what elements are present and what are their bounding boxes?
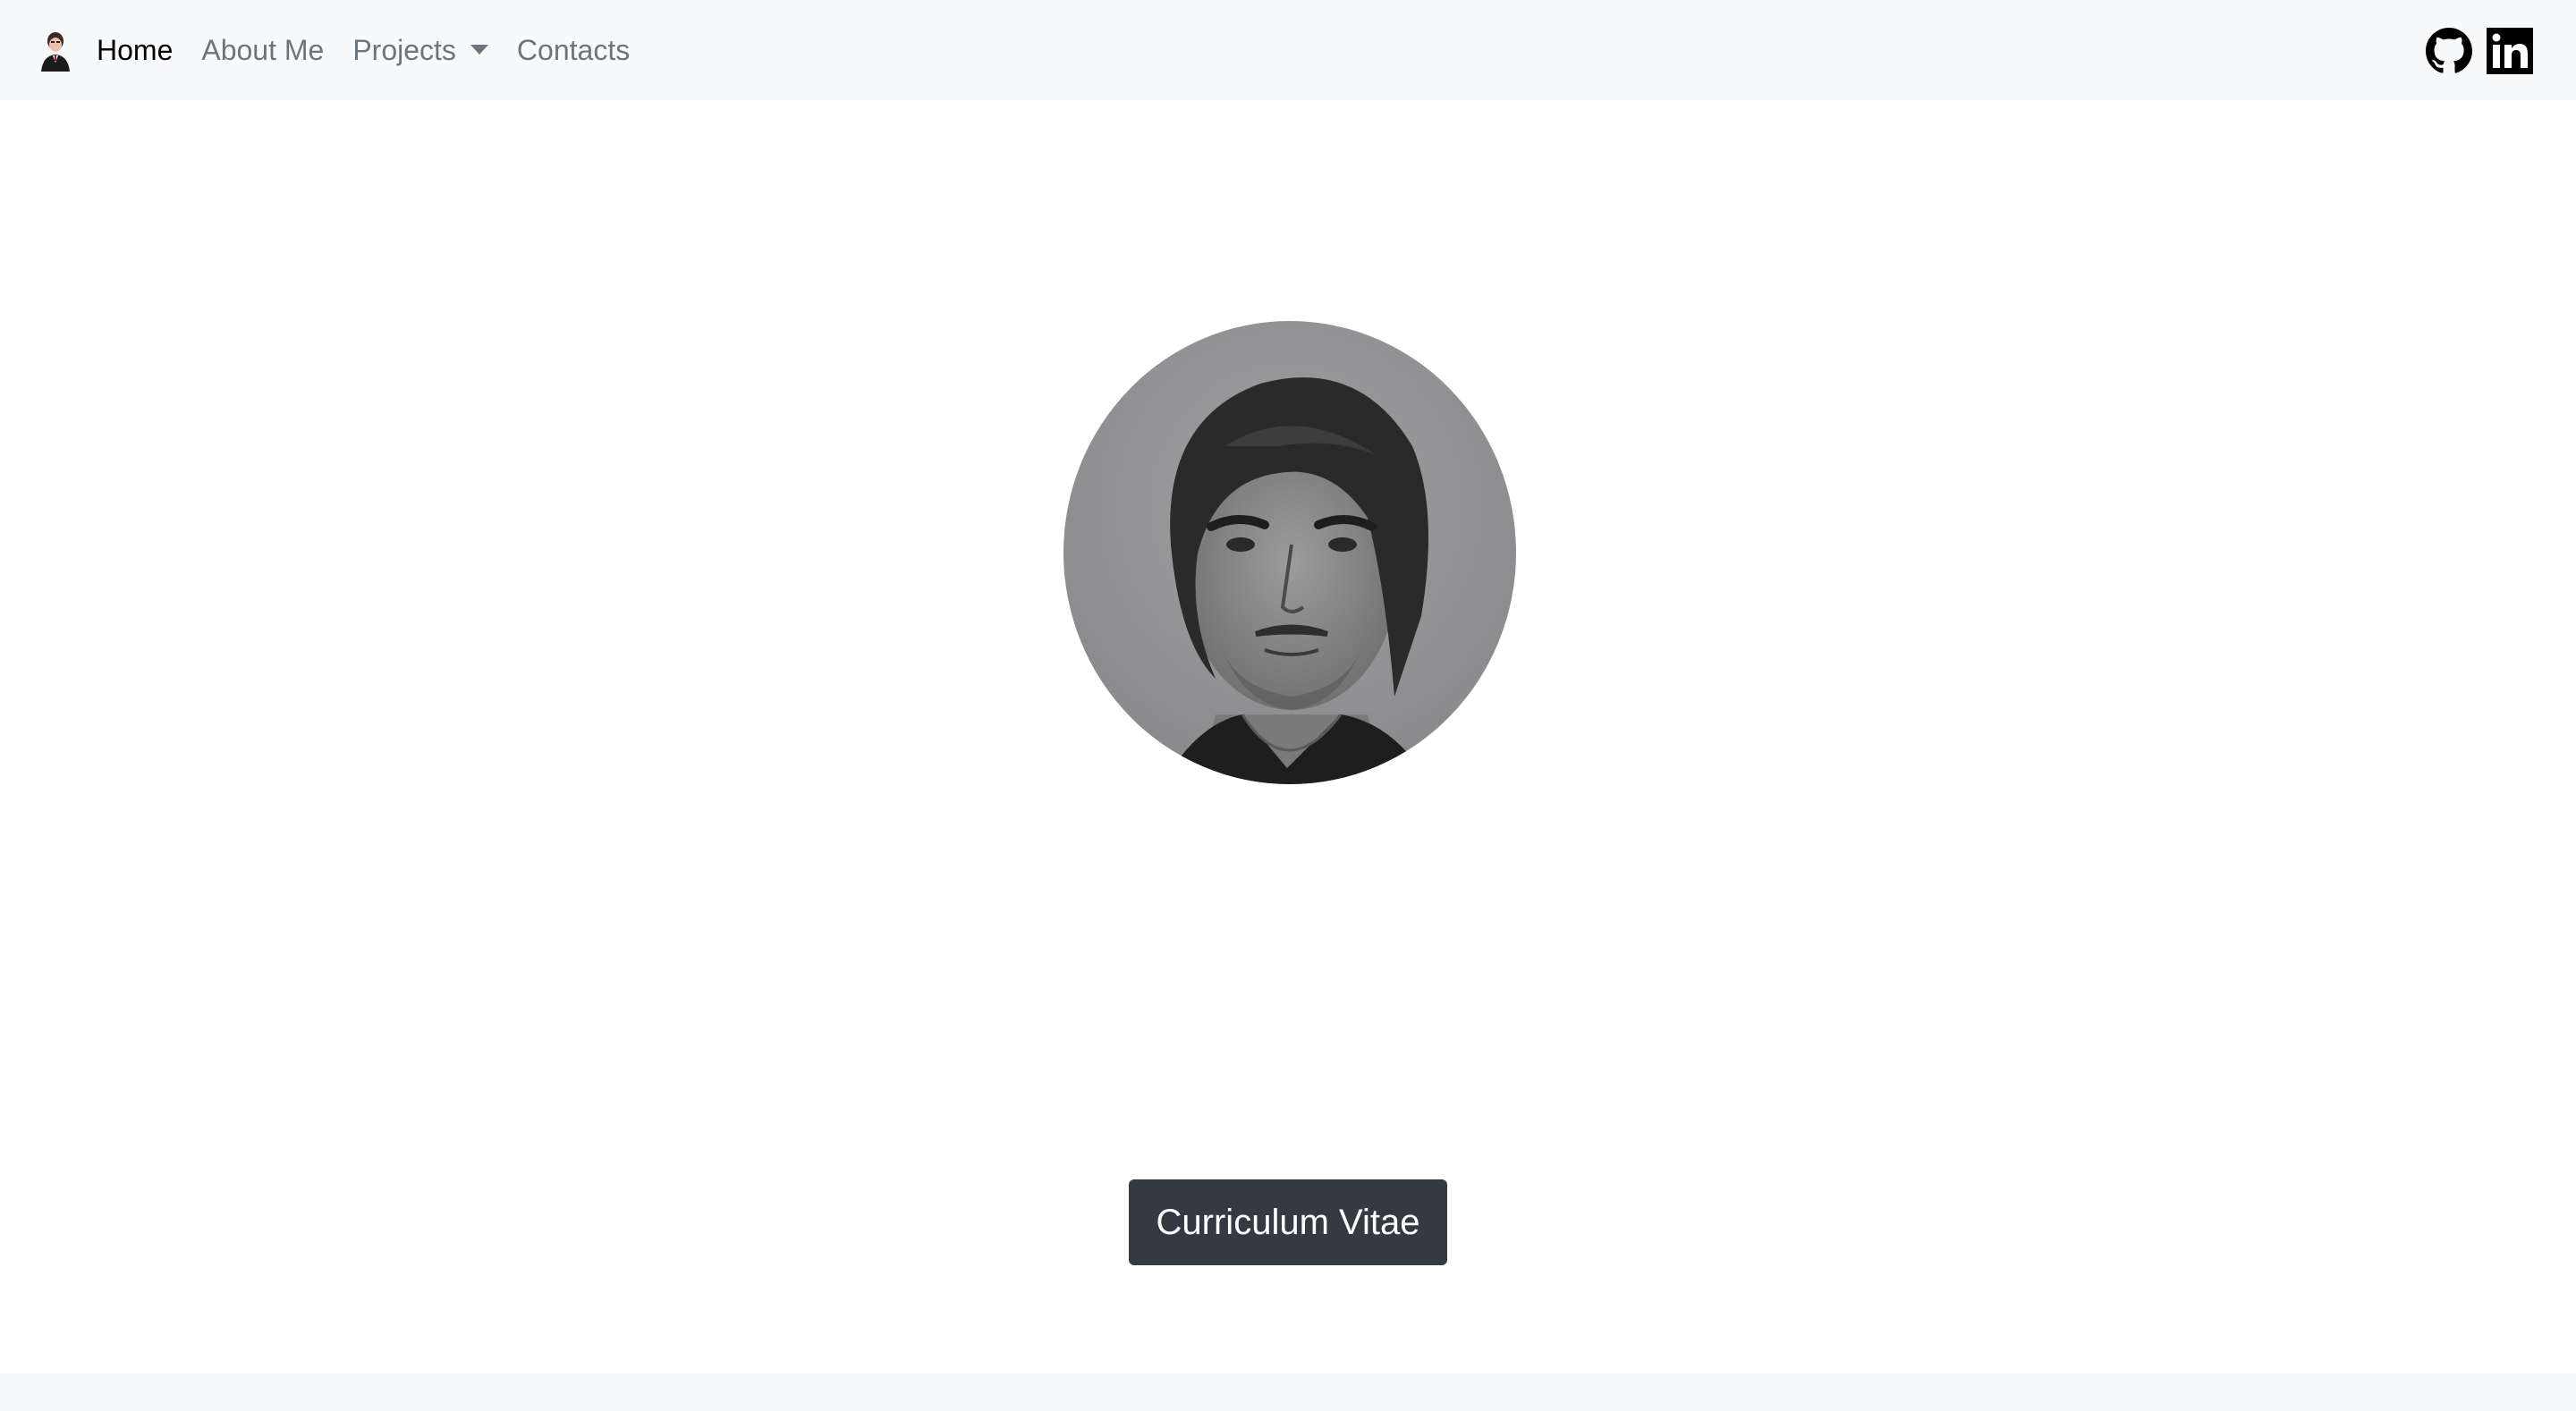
- nav-projects-dropdown[interactable]: Projects: [352, 34, 488, 67]
- portrait-image: [1063, 321, 1516, 784]
- navbar: Home About Me Projects Contacts: [0, 0, 2576, 100]
- nav-projects-label: Projects: [352, 33, 456, 66]
- profile-portrait: [1063, 321, 1516, 784]
- nav-contacts-link[interactable]: Contacts: [517, 34, 630, 67]
- avatar-brand-icon[interactable]: [36, 29, 75, 72]
- chevron-down-icon: [470, 44, 488, 55]
- social-links: [2426, 28, 2533, 74]
- linkedin-icon[interactable]: [2487, 28, 2533, 74]
- nav-home-link[interactable]: Home: [97, 34, 173, 67]
- nav-about-link[interactable]: About Me: [201, 34, 324, 67]
- curriculum-vitae-button[interactable]: Curriculum Vitae: [1129, 1179, 1447, 1265]
- nav-links: Home About Me Projects Contacts: [97, 0, 658, 100]
- footer: [0, 1373, 2576, 1411]
- github-icon[interactable]: [2426, 28, 2472, 74]
